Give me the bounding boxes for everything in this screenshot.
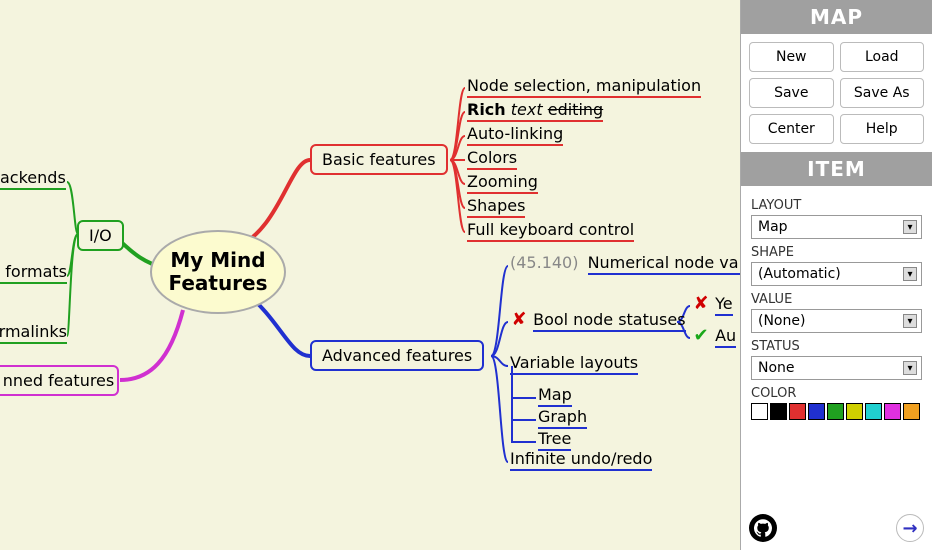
leaf-bool[interactable]: ✘ Bool node statuses (510, 309, 686, 332)
numerical-value: (45.140) (510, 253, 578, 272)
item-section-header: ITEM (741, 152, 932, 186)
color-swatch[interactable] (808, 403, 825, 420)
node-basic-label: Basic features (322, 150, 436, 169)
leaf-keyboard[interactable]: Full keyboard control (467, 220, 634, 242)
value-select[interactable]: (None) ▾ (751, 309, 922, 333)
check-icon: ✔ (692, 325, 710, 346)
leaf-variable-layouts[interactable]: Variable layouts (510, 353, 638, 375)
collapse-panel-button[interactable]: → (896, 514, 924, 542)
leaf-shapes[interactable]: Shapes (467, 196, 525, 218)
shape-label: SHAPE (751, 245, 922, 260)
shape-select[interactable]: (Automatic) ▾ (751, 262, 922, 286)
save-button[interactable]: Save (749, 78, 834, 108)
save-as-button[interactable]: Save As (840, 78, 925, 108)
color-swatch[interactable] (751, 403, 768, 420)
leaf-variable-map[interactable]: Map (538, 385, 572, 407)
chevron-down-icon: ▾ (903, 314, 917, 328)
node-planned[interactable]: nned features (0, 365, 119, 396)
chevron-down-icon: ▾ (903, 220, 917, 234)
node-advanced-features[interactable]: Advanced features (310, 340, 484, 371)
node-advanced-label: Advanced features (322, 346, 472, 365)
leaf-rich-text[interactable]: Rich text editing (467, 100, 603, 122)
chevron-down-icon: ▾ (903, 361, 917, 375)
color-swatch[interactable] (884, 403, 901, 420)
arrow-right-icon: → (902, 518, 917, 539)
layout-select[interactable]: Map ▾ (751, 215, 922, 239)
x-icon: ✘ (510, 309, 528, 330)
root-node[interactable]: My MindFeatures (150, 230, 286, 314)
center-button[interactable]: Center (749, 114, 834, 144)
chevron-down-icon: ▾ (903, 267, 917, 281)
node-io-backends[interactable]: ackends (0, 168, 67, 190)
leaf-node-selection[interactable]: Node selection, manipulation (467, 76, 701, 98)
leaf-zooming[interactable]: Zooming (467, 172, 538, 194)
layout-label: LAYOUT (751, 198, 922, 213)
node-basic-features[interactable]: Basic features (310, 144, 448, 175)
load-button[interactable]: Load (840, 42, 925, 72)
color-swatch[interactable] (827, 403, 844, 420)
leaf-variable-graph[interactable]: Graph (538, 407, 587, 429)
map-buttons: New Load Save Save As Center Help (741, 34, 932, 152)
leaf-auto-linking[interactable]: Auto-linking (467, 124, 563, 146)
node-io[interactable]: I/O (77, 220, 124, 251)
node-io-label: I/O (89, 226, 112, 245)
value-label: VALUE (751, 292, 922, 307)
side-panel: MAP New Load Save Save As Center Help IT… (740, 0, 932, 550)
color-swatch[interactable] (789, 403, 806, 420)
node-io-formats[interactable]: e formats (0, 262, 67, 284)
status-label: STATUS (751, 339, 922, 354)
x-icon: ✘ (692, 293, 710, 314)
leaf-undo[interactable]: Infinite undo/redo (510, 449, 652, 471)
leaf-variable-tree[interactable]: Tree (538, 429, 571, 451)
new-button[interactable]: New (749, 42, 834, 72)
help-button[interactable]: Help (840, 114, 925, 144)
color-swatch[interactable] (865, 403, 882, 420)
leaf-colors[interactable]: Colors (467, 148, 517, 170)
github-icon[interactable] (749, 514, 777, 542)
color-label: COLOR (751, 386, 922, 401)
root-text: My MindFeatures (168, 249, 267, 295)
leaf-bool-yes[interactable]: ✘ Ye (692, 293, 733, 316)
node-io-permalinks[interactable]: ermalinks (0, 322, 67, 344)
color-swatch[interactable] (770, 403, 787, 420)
leaf-bool-auto[interactable]: ✔ Au (692, 325, 736, 348)
color-swatches (751, 403, 922, 420)
color-swatch[interactable] (903, 403, 920, 420)
status-select[interactable]: None ▾ (751, 356, 922, 380)
color-swatch[interactable] (846, 403, 863, 420)
leaf-numerical[interactable]: (45.140) Numerical node valu (510, 253, 753, 275)
map-section-header: MAP (741, 0, 932, 34)
